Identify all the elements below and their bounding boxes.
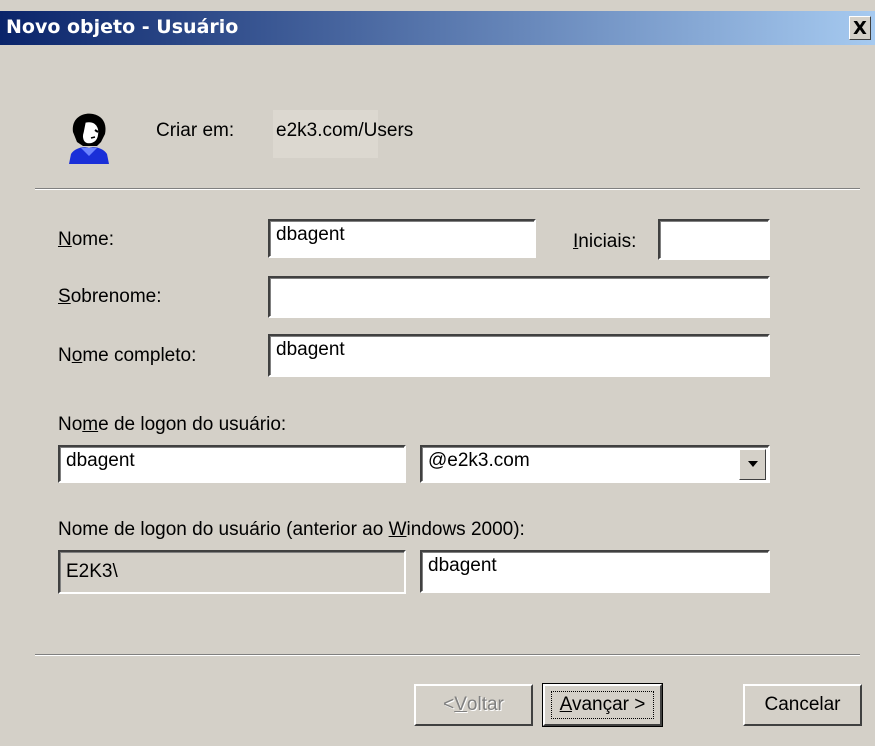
last-name-label: Sobrenome: — [58, 286, 162, 307]
dropdown-button[interactable] — [739, 449, 766, 480]
pre2000-logon-input[interactable]: dbagent — [420, 550, 770, 593]
create-in-label: Criar em: — [156, 120, 235, 141]
full-name-label: Nome completo: — [58, 345, 197, 366]
create-in-value: e2k3.com/Users — [276, 120, 414, 141]
initials-input[interactable] — [658, 219, 770, 260]
user-icon — [69, 113, 109, 164]
pre2000-domain-field: E2K3\ — [58, 550, 406, 594]
logon-name-label: Nome de logon do usuário: — [58, 414, 287, 435]
close-button[interactable]: X — [849, 16, 871, 40]
logon-name-input[interactable]: dbagent — [58, 445, 406, 483]
separator-bottom — [35, 654, 860, 656]
title-bar: Novo objeto - Usuário — [0, 11, 875, 45]
chevron-down-icon — [748, 461, 758, 467]
domain-select[interactable]: @e2k3.com — [420, 445, 770, 483]
first-name-input[interactable]: dbagent — [268, 219, 536, 258]
next-button[interactable]: Avançar > — [542, 683, 663, 727]
cancel-button[interactable]: Cancelar — [743, 684, 862, 726]
first-name-label: Nome: — [58, 229, 114, 250]
window-title: Novo objeto - Usuário — [6, 16, 239, 38]
full-name-input[interactable]: dbagent — [268, 334, 770, 377]
last-name-input[interactable] — [268, 276, 770, 318]
initials-label: Iniciais: — [573, 231, 637, 252]
back-button[interactable]: < Voltar — [414, 684, 533, 726]
close-icon: X — [853, 17, 867, 39]
pre2000-label: Nome de logon do usuário (anterior ao Wi… — [58, 519, 525, 540]
separator-top — [35, 188, 860, 190]
